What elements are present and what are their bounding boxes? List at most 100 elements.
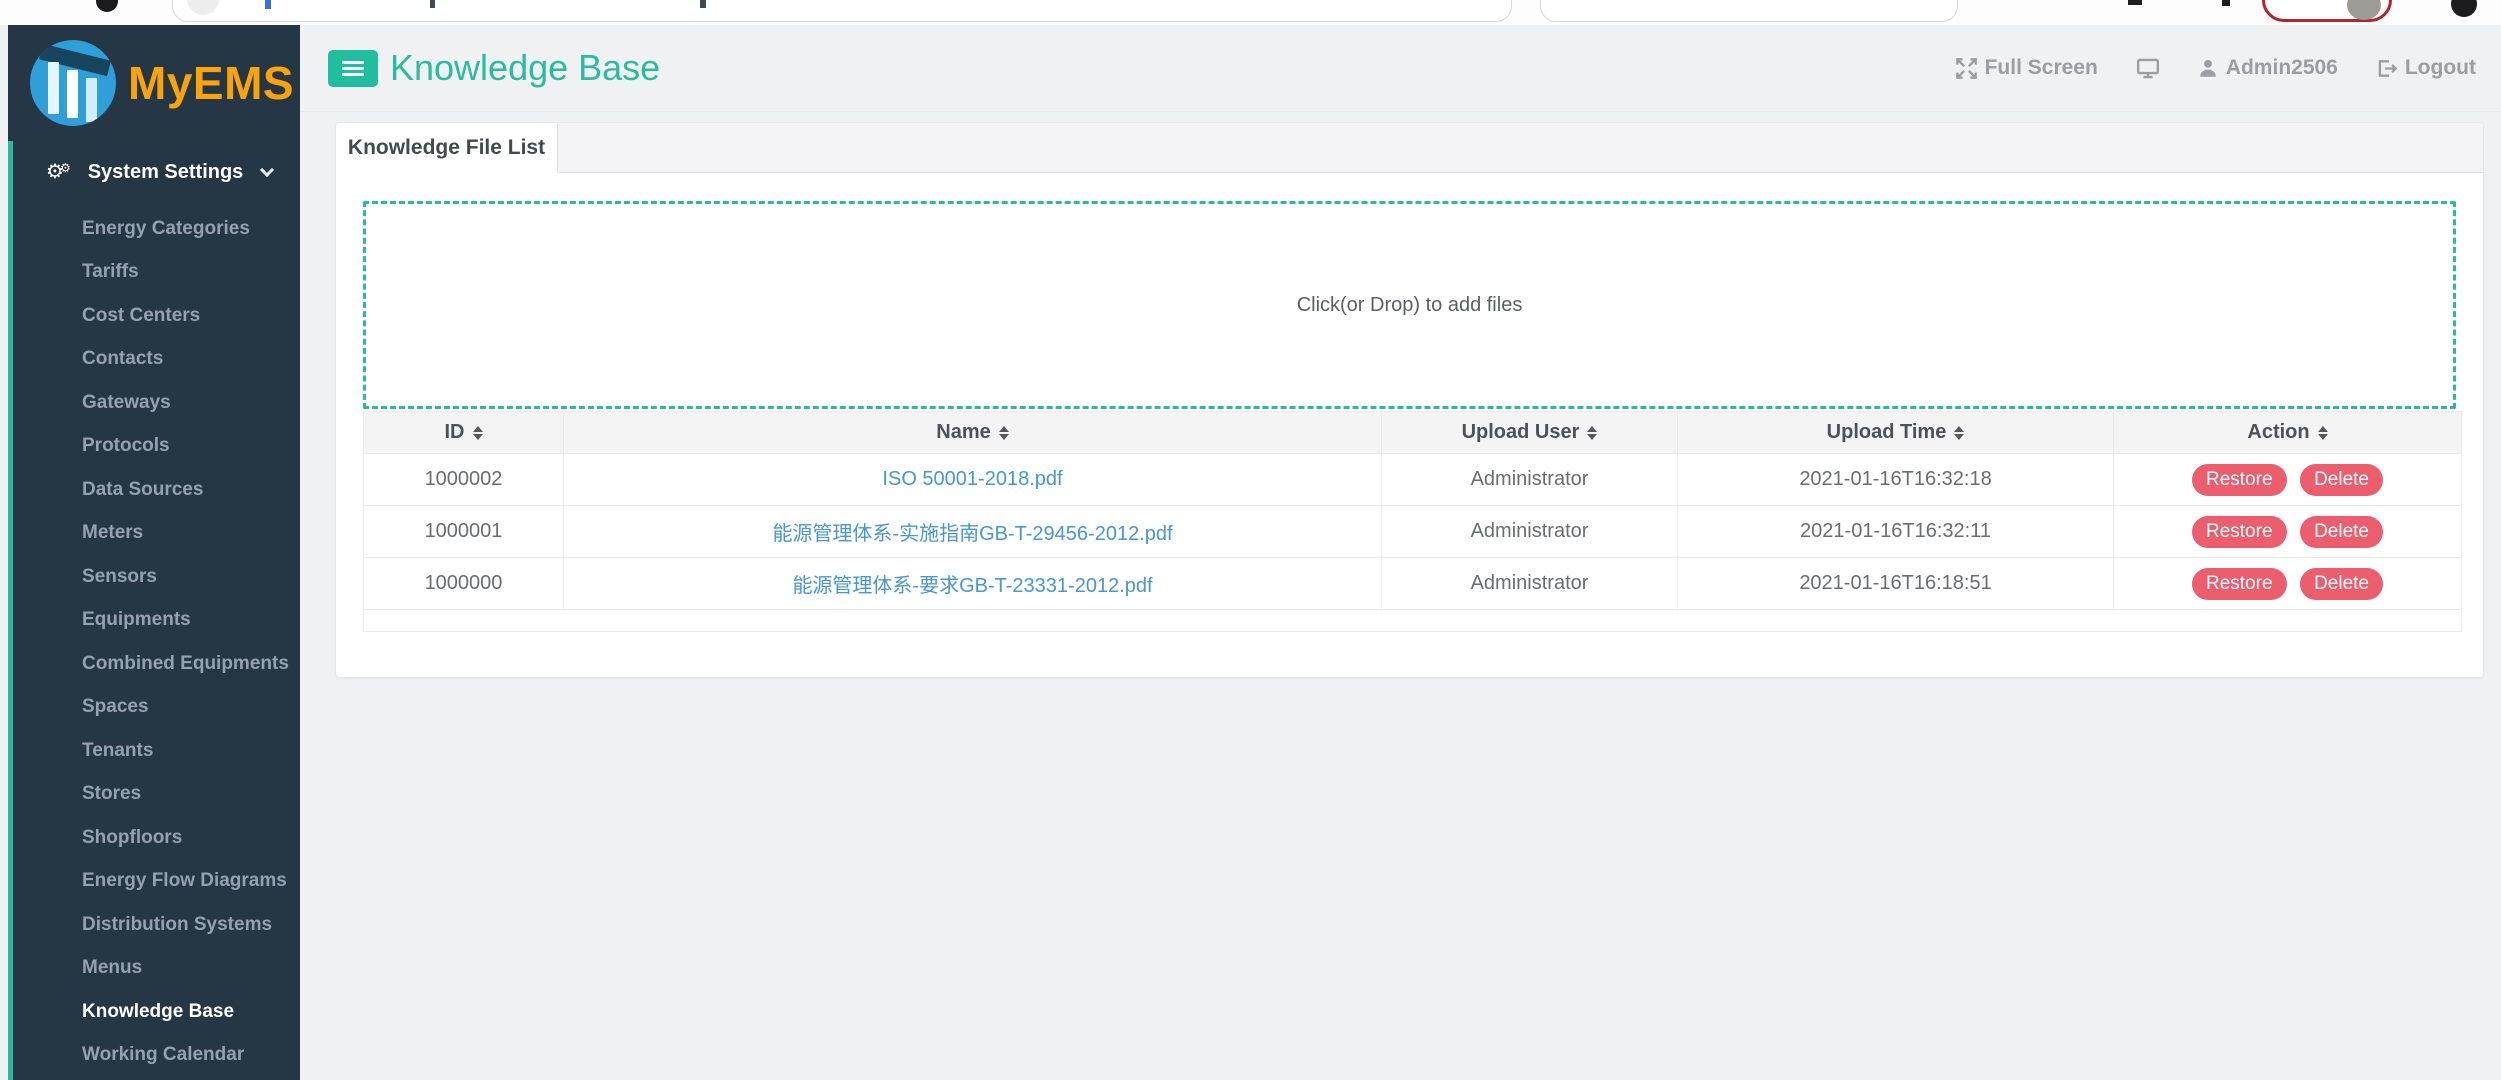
sidebar-item-tariffs[interactable]: Tariffs — [13, 251, 300, 295]
sidebar-item-label: Meters — [82, 522, 143, 544]
column-header-label: Upload Time — [1827, 421, 1947, 444]
sidebar-item-equipments[interactable]: Equipments — [13, 599, 300, 643]
sidebar-item-contacts[interactable]: Contacts — [13, 338, 300, 382]
sidebar-item-label: Data Sources — [82, 479, 203, 501]
sidebar-item-shopfloors[interactable]: Shopfloors — [13, 816, 300, 860]
brand-logo[interactable]: MyEMS — [8, 25, 300, 141]
browser-toolbar-icon[interactable] — [2128, 0, 2142, 5]
menu-toggle-icon — [342, 67, 364, 70]
sidebar-item-distribution-systems[interactable]: Distribution Systems — [13, 903, 300, 947]
restore-button[interactable]: Restore — [2192, 516, 2287, 548]
cell-upload-user: Administrator — [1382, 454, 1678, 506]
sidebar-item-label: Energy Categories — [82, 218, 250, 240]
cell-upload-time: 2021-01-16T16:32:11 — [1678, 506, 2114, 558]
top-header: Knowledge Base Full Screen — [300, 25, 2501, 112]
logo-bar-shape — [86, 78, 97, 122]
sort-icon — [1587, 426, 1597, 440]
tab-knowledge-file-list[interactable]: Knowledge File List — [336, 123, 558, 173]
sidebar-item-menus[interactable]: Menus — [13, 947, 300, 991]
card-body: Click(or Drop) to add files ID Name Uplo… — [336, 173, 2483, 632]
monitor-icon — [2136, 58, 2160, 79]
file-link[interactable]: 能源管理体系-实施指南GB-T-29456-2012.pdf — [772, 523, 1172, 545]
sidebar-item-label: Equipments — [82, 609, 191, 631]
sort-icon — [2318, 426, 2328, 440]
column-header-label: Upload User — [1462, 421, 1580, 444]
sidebar-item-label: Spaces — [82, 696, 149, 718]
sidebar-item-cost-centers[interactable]: Cost Centers — [13, 294, 300, 338]
sidebar-item-data-sources[interactable]: Data Sources — [13, 468, 300, 512]
browser-search-box[interactable] — [1540, 0, 1958, 22]
sidebar-item-label: Shopfloors — [82, 827, 182, 849]
column-header-upload-time[interactable]: Upload Time — [1678, 412, 2114, 454]
cell-name: 能源管理体系-实施指南GB-T-29456-2012.pdf — [564, 506, 1382, 558]
table-row: 1000000 能源管理体系-要求GB-T-23331-2012.pdf Adm… — [364, 558, 2462, 610]
sidebar-nav: ⚙⚙ System Settings Energy Categories Tar… — [8, 141, 300, 1080]
sidebar-item-energy-categories[interactable]: Energy Categories — [13, 207, 300, 251]
browser-url-text-fragment — [430, 0, 435, 8]
user-icon — [2198, 58, 2218, 78]
browser-tab-icon — [96, 0, 118, 12]
sidebar-item-label: Cost Centers — [82, 305, 200, 327]
menu-toggle-button[interactable] — [328, 50, 378, 87]
column-header-label: ID — [445, 421, 465, 444]
sidebar-item-meters[interactable]: Meters — [13, 512, 300, 556]
browser-chrome — [0, 0, 2501, 25]
brand-name: MyEMS — [128, 56, 294, 110]
header-actions: Full Screen Admin2506 — [1956, 56, 2476, 80]
monitor-button[interactable] — [2136, 58, 2160, 79]
browser-url-text-fragment — [700, 0, 706, 8]
sidebar-item-tenants[interactable]: Tenants — [13, 729, 300, 773]
browser-url-bar[interactable] — [172, 0, 1512, 22]
table-row: 1000001 能源管理体系-实施指南GB-T-29456-2012.pdf A… — [364, 506, 2462, 558]
sidebar-item-energy-flow-diagrams[interactable]: Energy Flow Diagrams — [13, 860, 300, 904]
restore-button[interactable]: Restore — [2192, 568, 2287, 600]
page-body: Knowledge File List Click(or Drop) to ad… — [300, 112, 2501, 678]
sidebar-item-sensors[interactable]: Sensors — [13, 555, 300, 599]
table-empty-cell — [364, 610, 2462, 632]
delete-button[interactable]: Delete — [2300, 516, 2383, 548]
sidebar-item-label: Stores — [82, 783, 141, 805]
sidebar-item-protocols[interactable]: Protocols — [13, 425, 300, 469]
delete-button[interactable]: Delete — [2300, 464, 2383, 496]
browser-extension-icon[interactable] — [2451, 0, 2477, 17]
logout-button[interactable]: Logout — [2376, 56, 2476, 80]
delete-button[interactable]: Delete — [2300, 568, 2383, 600]
sidebar-item-label: Energy Flow Diagrams — [82, 870, 287, 892]
user-menu[interactable]: Admin2506 — [2198, 56, 2338, 80]
dropzone-label: Click(or Drop) to add files — [1297, 294, 1523, 317]
fullscreen-button[interactable]: Full Screen — [1956, 56, 2098, 80]
file-dropzone[interactable]: Click(or Drop) to add files — [363, 201, 2456, 409]
username-label: Admin2506 — [2226, 56, 2338, 80]
cell-id: 1000001 — [364, 506, 564, 558]
logout-label: Logout — [2405, 56, 2476, 80]
sidebar-item-label: Knowledge Base — [82, 1001, 234, 1023]
column-header-upload-user[interactable]: Upload User — [1382, 412, 1678, 454]
file-link[interactable]: ISO 50001-2018.pdf — [882, 468, 1062, 490]
column-header-action[interactable]: Action — [2114, 412, 2462, 454]
browser-profile-button[interactable] — [2262, 0, 2392, 22]
fullscreen-label: Full Screen — [1985, 56, 2098, 80]
sidebar-item-spaces[interactable]: Spaces — [13, 686, 300, 730]
table-empty-row — [364, 610, 2462, 632]
column-header-id[interactable]: ID — [364, 412, 564, 454]
sidebar-item-working-calendar[interactable]: Working Calendar — [13, 1034, 300, 1078]
sidebar-item-combined-equipments[interactable]: Combined Equipments — [13, 642, 300, 686]
sidebar-group-system-settings[interactable]: ⚙⚙ System Settings — [13, 141, 300, 203]
menu-toggle-icon — [342, 73, 364, 76]
browser-toolbar-icon[interactable] — [2222, 0, 2230, 6]
sidebar-item-stores[interactable]: Stores — [13, 773, 300, 817]
column-header-name[interactable]: Name — [564, 412, 1382, 454]
sidebar-item-knowledge-base[interactable]: Knowledge Base — [13, 990, 300, 1034]
restore-button[interactable]: Restore — [2192, 464, 2287, 496]
file-link[interactable]: 能源管理体系-要求GB-T-23331-2012.pdf — [792, 575, 1152, 597]
cell-upload-user: Administrator — [1382, 558, 1678, 610]
sidebar: MyEMS ⚙⚙ System Settings Energy Categori… — [8, 25, 300, 1080]
logo-bar-shape — [67, 70, 78, 118]
sidebar-item-label: Gateways — [82, 392, 171, 414]
sidebar-item-gateways[interactable]: Gateways — [13, 381, 300, 425]
logo-bar-shape — [48, 62, 59, 114]
sidebar-item-label: Working Calendar — [82, 1044, 244, 1066]
table-row: 1000002 ISO 50001-2018.pdf Administrator… — [364, 454, 2462, 506]
column-header-label: Name — [936, 421, 990, 444]
browser-site-info-icon[interactable] — [187, 0, 219, 15]
